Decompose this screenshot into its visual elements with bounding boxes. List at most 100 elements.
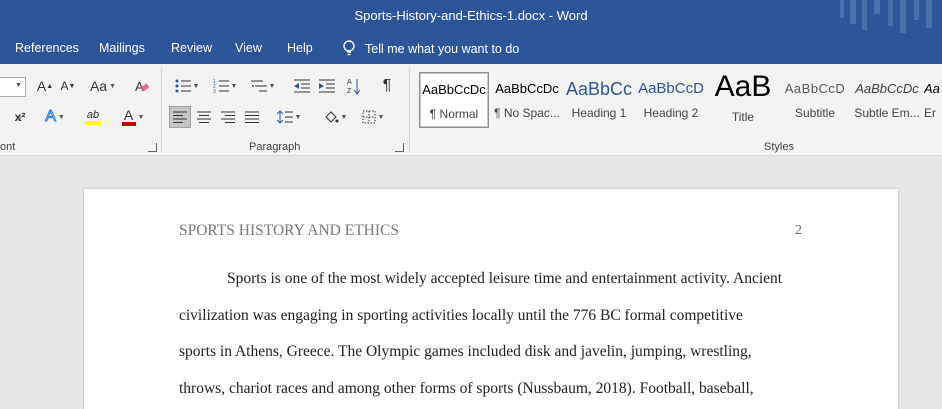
numbering-icon: 123: [213, 79, 229, 93]
highlight-button[interactable]: ab: [78, 106, 108, 128]
align-center-button[interactable]: [193, 106, 215, 128]
paragraph-dialog-launcher[interactable]: [395, 143, 404, 152]
show-formatting-marks-button[interactable]: ¶: [376, 75, 398, 97]
chevron-down-icon: ▼: [268, 82, 276, 90]
style-no-spacing[interactable]: AaBbCcDc ¶ No Spac...: [492, 72, 562, 128]
align-right-button[interactable]: [217, 106, 239, 128]
borders-icon: [362, 110, 376, 124]
highlight-label: ab: [86, 109, 100, 121]
borders-button[interactable]: ▼: [356, 106, 390, 128]
window-title: Sports-History-and-Ethics-1.docx - Word: [354, 8, 588, 23]
decrease-indent-button[interactable]: [291, 75, 313, 97]
ribbon: ▼ A ▲ A ▼ Aa ▼ A ₂ x² A ▼ ab A ▼ ont ▼ 1…: [0, 64, 942, 156]
font-color-button[interactable]: A ▼: [116, 106, 150, 128]
group-separator: [409, 68, 410, 152]
tab-view[interactable]: View: [235, 41, 262, 55]
pilcrow-icon: ¶: [382, 77, 392, 94]
chevron-down-icon: ▼: [192, 82, 200, 90]
lightbulb-icon: [343, 40, 355, 56]
align-right-icon: [221, 111, 235, 123]
page-number: 2: [795, 223, 802, 238]
grow-font-button[interactable]: A ▲: [34, 75, 56, 97]
body-line[interactable]: Sports is one of the most widely accepte…: [227, 270, 782, 288]
style-name: ¶ Normal: [429, 107, 479, 121]
tell-me-box[interactable]: Tell me what you want to do: [342, 40, 519, 57]
body-line[interactable]: throws, chariot races and among other fo…: [179, 380, 754, 398]
font-color-bar: [121, 122, 136, 126]
font-group-label: ont: [0, 141, 16, 153]
style-name: Heading 1: [571, 106, 627, 120]
svg-text:A: A: [347, 79, 352, 86]
font-size-select[interactable]: ▼: [0, 77, 26, 97]
style-preview: AaB: [714, 72, 772, 103]
increase-indent-button[interactable]: [316, 75, 338, 97]
style-name: Heading 2: [643, 106, 699, 120]
group-separator: [161, 68, 162, 152]
styles-group-label: Styles: [764, 141, 794, 153]
change-case-label: Aa: [89, 78, 108, 94]
bullets-button[interactable]: ▼: [170, 75, 204, 97]
multilevel-list-button[interactable]: ▼: [246, 75, 280, 97]
text-effects-button[interactable]: A ▼: [40, 106, 70, 128]
chevron-down-icon: ▼: [15, 82, 22, 89]
chevron-down-icon: ▼: [340, 113, 348, 121]
chevron-down-icon: ▼: [57, 113, 65, 121]
style-name: Title: [731, 110, 755, 124]
tab-mailings[interactable]: Mailings: [99, 41, 145, 55]
style-subtitle[interactable]: AaBbCcD Subtitle: [780, 72, 850, 128]
clear-formatting-icon: A: [135, 79, 150, 94]
increase-indent-icon: [319, 79, 335, 93]
style-heading-1[interactable]: AaBbCc Heading 1: [564, 72, 634, 128]
body-line[interactable]: sports in Athens, Greece. The Olympic ga…: [179, 343, 752, 361]
tab-help[interactable]: Help: [287, 41, 313, 55]
multilevel-list-icon: [250, 80, 267, 92]
grow-font-label: A: [36, 78, 47, 94]
text-effects-label: A: [45, 108, 57, 126]
shading-button[interactable]: ▼: [318, 106, 352, 128]
style-preview: AaBbCc: [565, 79, 633, 99]
style-name: Subtitle: [794, 106, 836, 120]
highlight-color-bar: [85, 121, 101, 125]
style-preview: AaBbCcDc: [422, 82, 486, 97]
style-preview: AaBbCcD: [784, 81, 846, 96]
font-color-label: A: [123, 107, 134, 123]
shrink-font-label: A: [60, 79, 69, 93]
style-subtle-emphasis[interactable]: AaBbCcDc Subtle Em...: [852, 72, 922, 128]
tab-review[interactable]: Review: [171, 41, 212, 55]
shrink-font-button[interactable]: A ▼: [58, 75, 78, 97]
svg-text:Z: Z: [347, 88, 352, 95]
tab-references[interactable]: References: [15, 41, 79, 55]
sort-button[interactable]: AZ: [343, 75, 365, 97]
style-title[interactable]: AaB Title: [708, 72, 778, 128]
clear-formatting-button[interactable]: A: [131, 75, 153, 97]
change-case-button[interactable]: Aa ▼: [88, 75, 118, 97]
chevron-down-icon: ▼: [377, 113, 385, 121]
superscript-button[interactable]: x²: [10, 106, 30, 128]
style-heading-2[interactable]: AaBbCcD Heading 2: [636, 72, 706, 128]
numbering-button[interactable]: 123 ▼: [208, 75, 242, 97]
tell-me-label: Tell me what you want to do: [365, 41, 520, 56]
sort-icon: AZ: [347, 79, 361, 95]
style-preview: AaBbCcD: [638, 80, 704, 97]
style-preview: AaBbCcDc: [495, 81, 559, 96]
font-dialog-launcher[interactable]: [148, 143, 157, 152]
paragraph-group-label: Paragraph: [249, 141, 301, 153]
ribbon-tabs: References Mailings Review View Help Tel…: [0, 33, 942, 64]
justify-button[interactable]: [241, 106, 263, 128]
style-normal[interactable]: AaBbCcDc ¶ Normal: [419, 72, 489, 128]
chevron-down-icon: ▼: [230, 82, 238, 90]
justify-icon: [245, 111, 259, 123]
chevron-down-icon: ▼: [137, 113, 145, 121]
document-page[interactable]: SPORTS HISTORY AND ETHICS 2 Sports is on…: [84, 189, 898, 409]
paint-bucket-icon: [324, 111, 339, 123]
body-line[interactable]: civilization was engaging in sporting ac…: [179, 307, 743, 325]
superscript-label: x²: [14, 110, 26, 124]
style-emphasis[interactable]: Aa Er: [924, 72, 942, 128]
style-name: ¶ No Spac...: [494, 106, 560, 120]
style-preview: AaBbCcDc: [855, 81, 919, 96]
svg-text:3: 3: [213, 89, 216, 93]
chevron-down-icon: ▼: [294, 113, 302, 121]
align-left-button[interactable]: [169, 106, 191, 128]
title-bar: Sports-History-and-Ethics-1.docx - Word: [0, 0, 942, 33]
line-spacing-button[interactable]: ▼: [272, 106, 306, 128]
